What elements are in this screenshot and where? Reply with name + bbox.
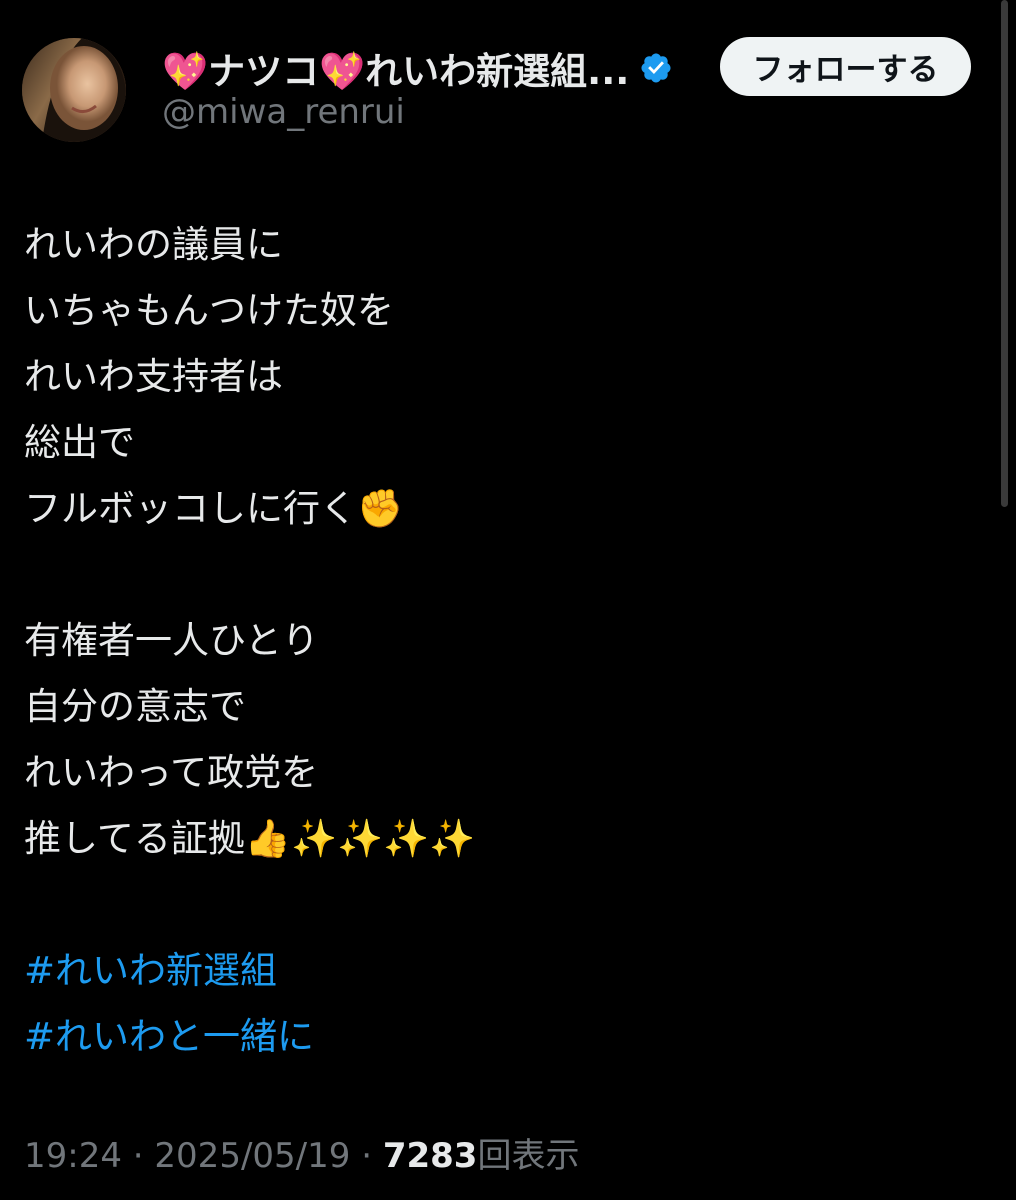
views-count: 7283 xyxy=(382,1136,478,1176)
tweet-line: れいわって政党を xyxy=(24,751,319,794)
author-handle[interactable]: @miwa_renrui xyxy=(162,92,405,132)
tweet-line: いちゃもんつけた奴を xyxy=(24,289,394,332)
meta-separator: · xyxy=(361,1136,373,1176)
tweet-text: れいわの議員に いちゃもんつけた奴を れいわ支持者は 総出で フルボッコしに行く… xyxy=(24,212,475,1070)
tweet-line: 推してる証拠👍✨✨✨✨ xyxy=(24,817,476,860)
tweet-time[interactable]: 19:24 xyxy=(24,1136,122,1176)
tweet-line: れいわの議員に xyxy=(24,223,283,266)
tweet-meta: 19:24 · 2025/05/19 · 7283回表示 xyxy=(24,1128,579,1177)
tweet-line: フルボッコしに行く✊ xyxy=(24,487,404,530)
meta-separator: · xyxy=(132,1136,144,1176)
tweet-date[interactable]: 2025/05/19 xyxy=(154,1136,350,1176)
views-label: 回表示 xyxy=(477,1136,580,1176)
verified-badge-icon xyxy=(641,53,671,83)
tweet-line: 総出で xyxy=(24,421,135,464)
avatar-image xyxy=(22,38,126,142)
avatar[interactable] xyxy=(22,38,126,142)
author-name-row[interactable]: 💖ナツコ💖れいわ新選組... xyxy=(162,42,673,94)
tweet-line: 有権者一人ひとり xyxy=(24,619,319,662)
scrollbar[interactable] xyxy=(1001,0,1008,507)
tweet-line: 自分の意志で xyxy=(24,685,246,728)
hashtag-link[interactable]: #れいわと一緒に xyxy=(24,1004,475,1070)
hashtag-link[interactable]: #れいわ新選組 xyxy=(24,938,475,1004)
author-display-name[interactable]: 💖ナツコ💖れいわ新選組... xyxy=(162,41,629,95)
follow-button[interactable]: フォローする xyxy=(720,37,971,96)
tweet-line: れいわ支持者は xyxy=(24,355,283,398)
